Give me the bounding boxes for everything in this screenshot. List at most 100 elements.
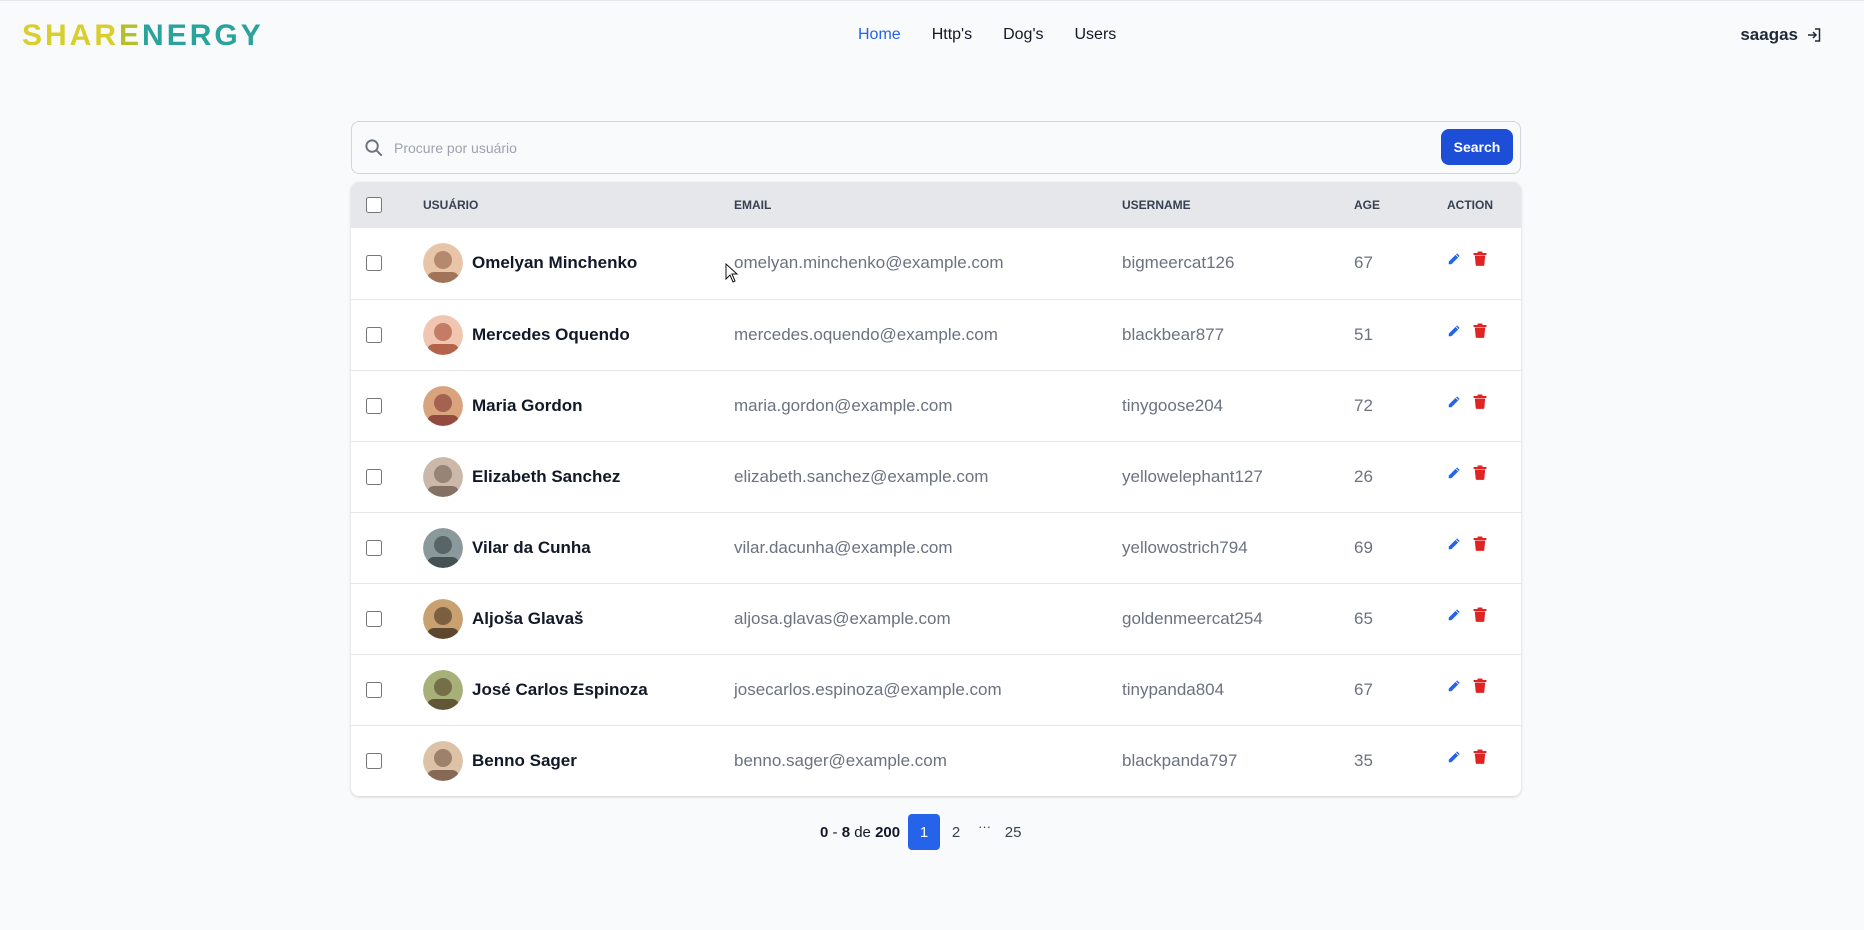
- user-age: 69: [1354, 537, 1373, 557]
- pagination: 0 - 8 de 200 1 2 ··· 25: [820, 814, 1029, 850]
- user-username: bigmeercat126: [1122, 253, 1235, 273]
- page-button-last[interactable]: 25: [997, 814, 1029, 850]
- user-age: 35: [1354, 750, 1373, 770]
- trash-icon[interactable]: [1473, 323, 1487, 343]
- row-actions: [1447, 749, 1521, 769]
- column-header-user: USUÁRIO: [423, 198, 479, 212]
- edit-icon[interactable]: [1447, 465, 1461, 485]
- pagination-ellipsis: ···: [978, 819, 992, 834]
- table-row: Omelyan Minchenko omelyan.minchenko@exam…: [351, 228, 1521, 299]
- user-age: 51: [1354, 324, 1373, 344]
- edit-icon[interactable]: [1447, 536, 1461, 556]
- row-checkbox[interactable]: [366, 610, 382, 627]
- user-email: elizabeth.sanchez@example.com: [734, 466, 989, 486]
- account-menu[interactable]: saagas: [1740, 23, 1822, 47]
- table-row: Maria Gordon maria.gordon@example.com ti…: [351, 370, 1521, 441]
- avatar: [423, 314, 463, 355]
- user-cell: Aljoša Glavaš: [423, 598, 734, 639]
- brand-logo-part-1: SHAR: [22, 19, 120, 52]
- trash-icon[interactable]: [1473, 536, 1487, 556]
- table-header-row: USUÁRIO EMAIL USERNAME AGE ACTION: [351, 182, 1521, 228]
- main-nav: Home Http's Dog's Users: [858, 23, 1116, 47]
- range-to: 8: [841, 823, 851, 841]
- edit-icon[interactable]: [1447, 607, 1461, 627]
- edit-icon[interactable]: [1447, 323, 1461, 343]
- nav-item-dogs[interactable]: Dog's: [1003, 23, 1043, 47]
- trash-icon[interactable]: [1473, 251, 1487, 271]
- user-age: 67: [1354, 679, 1373, 699]
- range-total: 200: [875, 823, 901, 841]
- user-cell: Mercedes Oquendo: [423, 314, 734, 355]
- row-checkbox[interactable]: [366, 752, 382, 769]
- user-cell: Benno Sager: [423, 740, 734, 781]
- nav-item-https[interactable]: Http's: [932, 23, 972, 47]
- user-username: blackpanda797: [1122, 750, 1238, 770]
- avatar: [423, 456, 463, 497]
- user-age: 65: [1354, 608, 1373, 628]
- table-row: Vilar da Cunha vilar.dacunha@example.com…: [351, 512, 1521, 583]
- row-checkbox[interactable]: [366, 326, 382, 343]
- user-age: 72: [1354, 395, 1373, 415]
- trash-icon[interactable]: [1473, 394, 1487, 414]
- avatar: [423, 243, 463, 284]
- nav-item-home[interactable]: Home: [858, 23, 901, 47]
- users-table-card: USUÁRIO EMAIL USERNAME AGE ACTION Omelya…: [351, 182, 1521, 796]
- row-actions: [1447, 394, 1521, 414]
- brand-logo-part-3: NERGY: [142, 19, 264, 52]
- avatar: [423, 740, 463, 781]
- row-actions: [1447, 678, 1521, 698]
- select-all-checkbox[interactable]: [366, 197, 382, 213]
- edit-icon[interactable]: [1447, 251, 1461, 271]
- edit-icon[interactable]: [1447, 749, 1461, 769]
- search-input[interactable]: [392, 134, 1392, 162]
- row-checkbox[interactable]: [366, 255, 382, 272]
- user-cell: Vilar da Cunha: [423, 527, 734, 568]
- page-button-1[interactable]: 1: [908, 814, 941, 850]
- avatar: [423, 598, 463, 639]
- row-actions: [1447, 536, 1521, 556]
- brand-logo[interactable]: SHARENERGY: [22, 19, 264, 53]
- mouse-cursor-icon: [725, 262, 739, 288]
- user-username: goldenmeercat254: [1122, 608, 1263, 628]
- avatar: [423, 669, 463, 710]
- row-actions: [1447, 251, 1521, 271]
- user-name: Aljoša Glavaš: [472, 608, 584, 628]
- row-checkbox[interactable]: [366, 681, 382, 698]
- table-row: Benno Sager benno.sager@example.com blac…: [351, 725, 1521, 796]
- trash-icon[interactable]: [1473, 749, 1487, 769]
- user-cell: José Carlos Espinoza: [423, 669, 734, 710]
- row-actions: [1447, 465, 1521, 485]
- row-actions: [1447, 323, 1521, 343]
- user-cell: Omelyan Minchenko: [423, 243, 734, 284]
- user-name: Mercedes Oquendo: [472, 324, 630, 344]
- row-checkbox[interactable]: [366, 397, 382, 414]
- user-email: mercedes.oquendo@example.com: [734, 324, 998, 344]
- user-name: Benno Sager: [472, 750, 577, 770]
- logout-icon[interactable]: [1806, 27, 1822, 43]
- trash-icon[interactable]: [1473, 607, 1487, 627]
- row-checkbox[interactable]: [366, 539, 382, 556]
- edit-icon[interactable]: [1447, 394, 1461, 414]
- pagination-range: 0 - 8 de 200: [820, 823, 901, 841]
- nav-item-users[interactable]: Users: [1075, 23, 1117, 47]
- range-from: 0: [820, 823, 829, 841]
- user-cell: Elizabeth Sanchez: [423, 456, 734, 497]
- user-cell: Maria Gordon: [423, 385, 734, 426]
- column-header-username: USERNAME: [1122, 198, 1191, 212]
- table-row: Aljoša Glavaš aljosa.glavas@example.com …: [351, 583, 1521, 654]
- search-button[interactable]: Search: [1441, 129, 1513, 165]
- user-age: 26: [1354, 466, 1373, 486]
- table-row: Elizabeth Sanchez elizabeth.sanchez@exam…: [351, 441, 1521, 512]
- trash-icon[interactable]: [1473, 465, 1487, 485]
- user-email: benno.sager@example.com: [734, 750, 947, 770]
- user-name: Vilar da Cunha: [472, 537, 591, 557]
- table-row: José Carlos Espinoza josecarlos.espinoza…: [351, 654, 1521, 725]
- row-checkbox[interactable]: [366, 468, 382, 485]
- user-username: tinypanda804: [1122, 679, 1225, 699]
- trash-icon[interactable]: [1473, 678, 1487, 698]
- user-email: maria.gordon@example.com: [734, 395, 953, 415]
- column-header-email: EMAIL: [734, 198, 772, 212]
- edit-icon[interactable]: [1447, 678, 1461, 698]
- user-username: tinygoose204: [1122, 395, 1224, 415]
- page-button-2[interactable]: 2: [940, 814, 972, 850]
